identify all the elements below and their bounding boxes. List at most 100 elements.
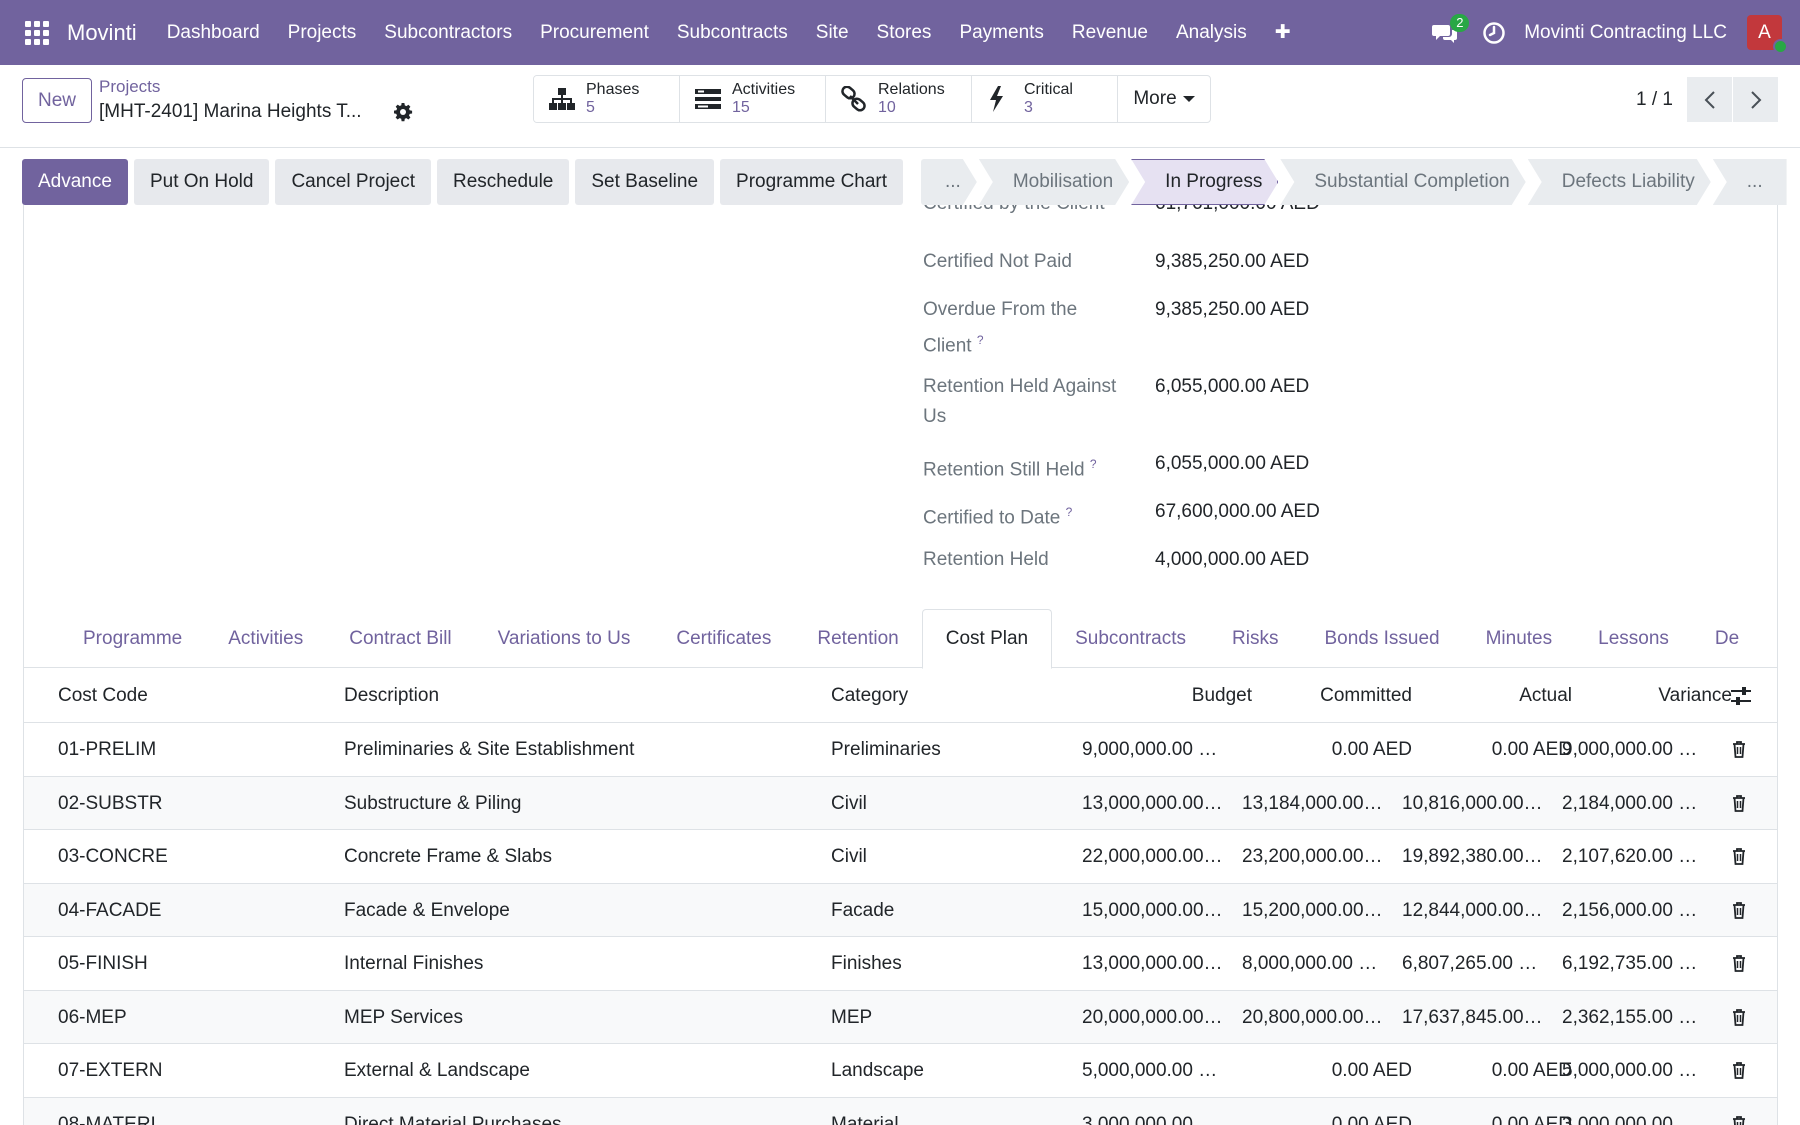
stage-in-progress[interactable]: In Progress	[1131, 159, 1278, 205]
tab-variations-to-us[interactable]: Variations to Us	[475, 609, 654, 668]
trash-icon[interactable]	[1727, 991, 1751, 1044]
field-label: Certified to Date ?	[923, 505, 1073, 529]
menu-projects[interactable]: Projects	[274, 22, 371, 44]
tab-activities[interactable]: Activities	[205, 609, 326, 668]
menu-revenue[interactable]: Revenue	[1058, 22, 1162, 44]
chat-icon[interactable]: 2	[1430, 13, 1470, 48]
brand-name[interactable]: Movinti	[67, 20, 137, 46]
cell-committed: 0.00 AED	[1331, 739, 1412, 760]
statusbar: Advance Put On Hold Cancel Project Resch…	[22, 159, 1787, 205]
menu-dashboard[interactable]: Dashboard	[153, 22, 274, 44]
tab-retention[interactable]: Retention	[794, 609, 921, 668]
tab-subcontracts[interactable]: Subcontracts	[1052, 609, 1209, 668]
gear-icon[interactable]	[393, 102, 413, 122]
column-header-variance[interactable]: Variance	[1562, 668, 1732, 723]
apps-menu-icon[interactable]	[23, 19, 51, 47]
column-header-budget[interactable]: Budget	[1082, 668, 1252, 723]
stage-more-previous[interactable]: ...	[921, 159, 977, 205]
stage-substantial-completion[interactable]: Substantial Completion	[1280, 159, 1525, 205]
trash-icon[interactable]	[1727, 830, 1751, 883]
help-tooltip-icon[interactable]: ?	[977, 333, 984, 347]
smart-button-relations[interactable]: Relations 10	[826, 76, 972, 122]
optional-columns-icon[interactable]	[1727, 668, 1755, 723]
cell-category: Landscape	[831, 1060, 924, 1081]
menu-payments[interactable]: Payments	[945, 22, 1057, 44]
control-panel: New Projects [MHT-2401] Marina Heights T…	[0, 65, 1800, 148]
trash-icon[interactable]	[1727, 777, 1751, 830]
cell-actual: 6,807,265.00 …	[1402, 953, 1538, 974]
trash-icon[interactable]	[1727, 937, 1751, 990]
column-header-actual[interactable]: Actual	[1402, 668, 1572, 723]
cell-cost-code: 06-MEP	[58, 1006, 127, 1028]
table-row[interactable]: 06-MEP MEP Services MEP 20,000,000.00… 2…	[24, 990, 1777, 1044]
cell-cost-code: 02-SUBSTR	[58, 792, 163, 814]
cancel-project-button[interactable]: Cancel Project	[275, 159, 432, 205]
trash-icon[interactable]	[1727, 884, 1751, 937]
menu-analysis[interactable]: Analysis	[1162, 22, 1261, 44]
cell-cost-code: 01-PRELIM	[58, 739, 157, 760]
tab-cost-plan[interactable]: Cost Plan	[921, 609, 1053, 669]
smart-relations-label: Relations	[878, 81, 945, 98]
pager-next-button[interactable]	[1733, 77, 1778, 122]
trash-icon[interactable]	[1727, 1044, 1751, 1097]
tab-certificates[interactable]: Certificates	[653, 609, 794, 668]
company-switcher[interactable]: Movinti Contracting LLC	[1524, 22, 1727, 44]
smart-activities-label: Activities	[732, 81, 796, 98]
smart-button-activities[interactable]: Activities 15	[680, 76, 826, 122]
field-label: Overdue From the Client ?	[923, 299, 1078, 357]
new-button[interactable]: New	[22, 78, 92, 123]
cell-category: Civil	[831, 846, 867, 867]
menu-procurement[interactable]: Procurement	[526, 22, 663, 44]
table-row[interactable]: 04-FACADE Facade & Envelope Facade 15,00…	[24, 883, 1777, 937]
stage-more-next[interactable]: ...	[1712, 159, 1787, 205]
column-header-cost-code[interactable]: Cost Code	[58, 668, 328, 723]
clock-icon[interactable]	[1482, 21, 1506, 45]
tab-de-truncated[interactable]: De	[1692, 609, 1762, 668]
tab-risks[interactable]: Risks	[1209, 609, 1301, 668]
tab-lessons[interactable]: Lessons	[1575, 609, 1692, 668]
help-tooltip-icon[interactable]: ?	[1090, 457, 1097, 471]
stage-mobilisation[interactable]: Mobilisation	[979, 159, 1129, 205]
menu-subcontracts[interactable]: Subcontracts	[663, 22, 802, 44]
table-row[interactable]: 03-CONCRE Concrete Frame & Slabs Civil 2…	[24, 830, 1777, 884]
smart-button-phases[interactable]: Phases 5	[534, 76, 680, 122]
table-row[interactable]: 05-FINISH Internal Finishes Finishes 13,…	[24, 937, 1777, 991]
table-row[interactable]: 02-SUBSTR Substructure & Piling Civil 13…	[24, 776, 1777, 830]
user-avatar[interactable]: A	[1747, 15, 1788, 54]
stage-defects-liability[interactable]: Defects Liability	[1528, 159, 1711, 205]
column-header-category[interactable]: Category	[831, 668, 1031, 723]
tab-minutes[interactable]: Minutes	[1463, 609, 1576, 668]
table-row[interactable]: 08-MATERI Direct Material Purchases Mate…	[24, 1097, 1777, 1125]
plus-icon[interactable]: ✚	[1261, 21, 1305, 44]
menu-subcontractors[interactable]: Subcontractors	[370, 22, 526, 44]
programme-chart-button[interactable]: Programme Chart	[720, 159, 904, 205]
column-header-description[interactable]: Description	[344, 668, 814, 723]
more-dropdown-button[interactable]: More	[1118, 76, 1210, 122]
cell-variance: 3,000,000.00 …	[1562, 1113, 1698, 1125]
tab-contract-bill[interactable]: Contract Bill	[326, 609, 474, 668]
help-tooltip-icon[interactable]: ?	[1066, 505, 1073, 519]
smart-button-critical[interactable]: Critical 3	[972, 76, 1118, 122]
trash-icon[interactable]	[1727, 723, 1751, 776]
trash-icon[interactable]	[1727, 1098, 1751, 1125]
menu-stores[interactable]: Stores	[863, 22, 946, 44]
set-baseline-button[interactable]: Set Baseline	[575, 159, 715, 205]
cell-category: Facade	[831, 899, 895, 921]
reschedule-button[interactable]: Reschedule	[437, 159, 570, 205]
avatar-letter: A	[1758, 21, 1771, 43]
field-label: Certified Not Paid	[923, 251, 1072, 272]
put-on-hold-button[interactable]: Put On Hold	[133, 159, 270, 205]
cell-variance: 2,362,155.00 …	[1562, 1006, 1698, 1028]
advance-button[interactable]: Advance	[22, 159, 128, 205]
breadcrumb-projects-link[interactable]: Projects	[99, 77, 362, 97]
tab-bonds-issued[interactable]: Bonds Issued	[1301, 609, 1462, 668]
menu-site[interactable]: Site	[802, 22, 863, 44]
cell-description: Internal Finishes	[344, 953, 484, 974]
cell-budget: 13,000,000.00…	[1082, 792, 1223, 814]
table-row[interactable]: 07-EXTERN External & Landscape Landscape…	[24, 1044, 1777, 1098]
pager-value[interactable]: 1 / 1	[1636, 89, 1673, 111]
pager-previous-button[interactable]	[1687, 77, 1732, 122]
tab-programme[interactable]: Programme	[60, 609, 205, 668]
column-header-committed[interactable]: Committed	[1242, 668, 1412, 723]
table-row[interactable]: 01-PRELIM Preliminaries & Site Establish…	[24, 723, 1777, 777]
